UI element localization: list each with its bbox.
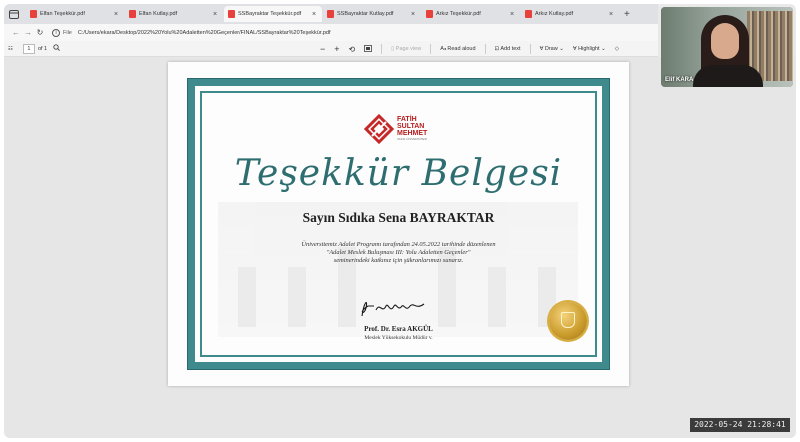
close-icon[interactable]: × — [211, 11, 219, 18]
fsm-logo-icon — [363, 113, 395, 145]
pdf-icon — [525, 10, 532, 18]
fit-page-icon[interactable] — [364, 44, 373, 54]
zoom-out-button[interactable]: − — [320, 44, 325, 54]
close-icon[interactable]: × — [409, 11, 417, 18]
page-total: of 1 — [37, 45, 48, 52]
tab-label: Elfan Teşekkür.pdf — [40, 11, 85, 17]
certificate-body: Üniversitemiz Adalet Programı tarafından… — [301, 241, 496, 264]
scheme-label: File — [63, 29, 72, 36]
tab-arkiz-tesekkur[interactable]: Arkız Teşekkür.pdf × — [422, 6, 520, 22]
tab-label: SSBayraktar Teşekkür.pdf — [238, 11, 302, 17]
tab-label: Elfan Kutlay.pdf — [139, 11, 178, 17]
tab-label: SSBayraktar Kutlay.pdf — [337, 11, 394, 17]
new-tab-button[interactable]: + — [624, 9, 630, 20]
certificate-page: FATİH SULTAN MEHMET VAKIF ÜNİVERSİTESİ T… — [168, 62, 629, 386]
info-icon[interactable]: i — [52, 28, 60, 37]
screen-share-frame: Elfan Teşekkür.pdf × Elfan Kutlay.pdf × … — [4, 4, 796, 438]
back-icon[interactable]: ← — [10, 28, 22, 37]
divider — [381, 44, 383, 54]
refresh-icon[interactable]: ↻ — [34, 28, 46, 37]
page-view-button[interactable]: ▯ Page view — [391, 46, 421, 52]
divider — [430, 44, 432, 54]
logo-text: FATİH SULTAN MEHMET VAKIF ÜNİVERSİTESİ — [397, 116, 428, 141]
close-icon[interactable]: × — [310, 11, 318, 18]
tab-ssbayraktar-tesekkur[interactable]: SSBayraktar Teşekkür.pdf × — [224, 6, 322, 22]
signature — [354, 294, 434, 325]
forward-icon[interactable]: → — [22, 28, 34, 37]
recipient-name: Sayın Sıdıka Sena BAYRAKTAR — [302, 210, 495, 225]
certificate-title: Teşekkür Belgesi — [234, 153, 563, 194]
university-logo: FATİH SULTAN MEHMET VAKIF ÜNİVERSİTESİ — [363, 113, 428, 145]
tab-label: Arkız Kutlay.pdf — [535, 11, 574, 17]
close-icon[interactable]: × — [508, 11, 516, 18]
read-aloud-button[interactable]: A◂ Read aloud — [440, 46, 475, 52]
url-text[interactable]: C:/Users/ekara/Desktop/2022%20Yolu%20Ada… — [78, 30, 331, 36]
close-icon[interactable]: × — [112, 11, 120, 18]
participant-video — [711, 23, 739, 59]
pdf-icon — [30, 10, 37, 18]
add-text-button[interactable]: ⊡ Add text — [495, 46, 521, 52]
pdf-icon — [129, 10, 136, 18]
find-icon[interactable] — [53, 44, 61, 53]
highlight-button[interactable]: ∀ Highlight ⌄ — [573, 46, 606, 52]
pdf-viewer[interactable]: FATİH SULTAN MEHMET VAKIF ÜNİVERSİTESİ T… — [4, 57, 796, 438]
draw-button[interactable]: ∀ Draw ⌄ — [540, 46, 564, 52]
pdf-icon — [327, 10, 334, 18]
tab-elfan-tesekkur[interactable]: Elfan Teşekkür.pdf × — [26, 6, 124, 22]
contents-icon[interactable]: ☷ — [8, 46, 13, 52]
gold-seal — [549, 302, 587, 340]
pdf-icon — [426, 10, 433, 18]
recording-timestamp: 2022-05-24 21:28:41 — [690, 418, 790, 432]
address-bar: ← → ↻ i File C:/Users/ekara/Desktop/2022… — [4, 24, 658, 41]
pdf-toolbar: ☷ 1 of 1 − + ⟲ ▯ Page view A◂ Read aloud… — [4, 41, 658, 57]
tab-strip: Elfan Teşekkür.pdf × Elfan Kutlay.pdf × … — [4, 4, 658, 24]
rotate-icon[interactable]: ⟲ — [349, 45, 356, 54]
divider — [529, 44, 531, 54]
window-menu-icon[interactable] — [8, 8, 20, 20]
zoom-in-button[interactable]: + — [334, 44, 339, 54]
eraser-icon[interactable]: ◇ — [615, 46, 619, 52]
pdf-icon — [228, 10, 235, 18]
url-box[interactable]: i File C:/Users/ekara/Desktop/2022%20Yol… — [52, 28, 331, 37]
tab-ssbayraktar-kutlay[interactable]: SSBayraktar Kutlay.pdf × — [323, 6, 421, 22]
participant-name: Elif KARA — [665, 77, 694, 83]
divider — [484, 44, 486, 54]
tab-label: Arkız Teşekkür.pdf — [436, 11, 481, 17]
webcam-tile: Elif KARA — [661, 7, 793, 87]
page-number-input[interactable]: 1 — [22, 43, 35, 54]
tab-elfan-kutlay[interactable]: Elfan Kutlay.pdf × — [125, 6, 223, 22]
tab-arkiz-kutlay[interactable]: Arkız Kutlay.pdf × — [521, 6, 619, 22]
close-icon[interactable]: × — [607, 11, 615, 18]
pdf-toolbar-right: − + ⟲ ▯ Page view A◂ Read aloud ⊡ Add te… — [320, 41, 619, 57]
